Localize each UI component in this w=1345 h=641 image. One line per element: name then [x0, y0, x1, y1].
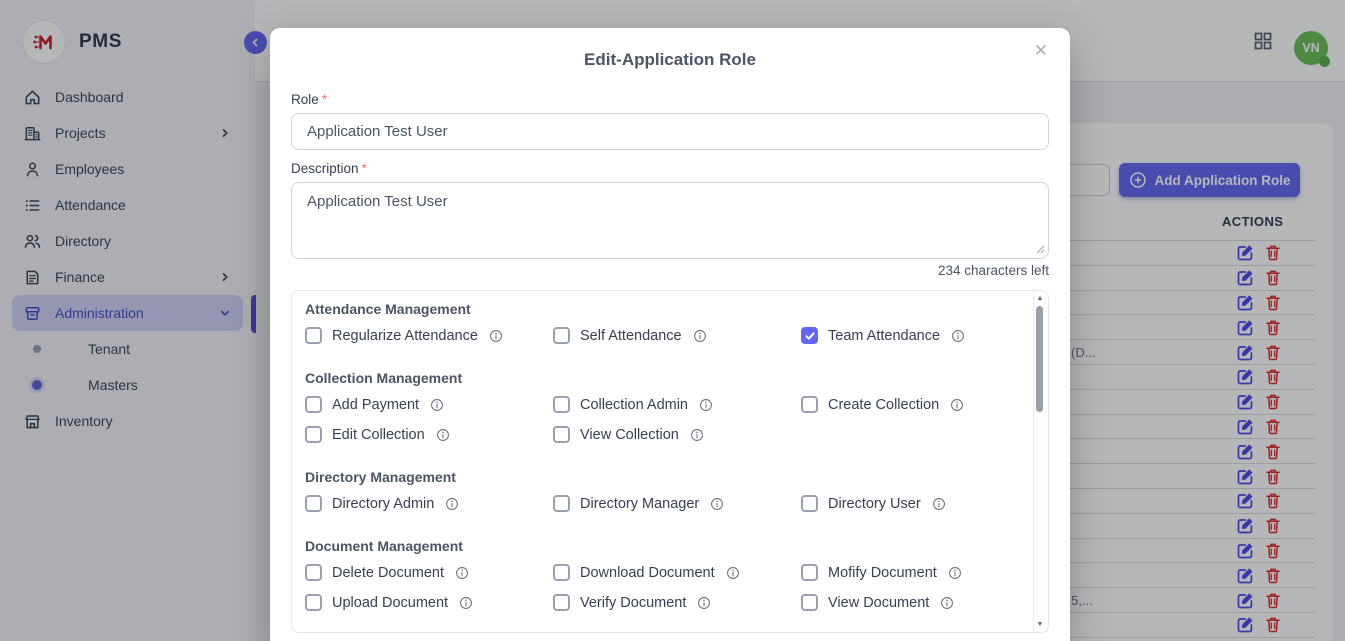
- permission-grid: Directory Admin Directory Manager Director…: [305, 495, 1016, 512]
- checkbox-unchecked[interactable]: [553, 594, 570, 611]
- info-icon[interactable]: [951, 329, 965, 343]
- permission-item-create-collection[interactable]: Create Collection: [801, 396, 1016, 413]
- checkbox-unchecked[interactable]: [553, 564, 570, 581]
- permission-item-upload-document[interactable]: Upload Document: [305, 594, 553, 611]
- checkbox-unchecked[interactable]: [305, 564, 322, 581]
- permission-label: Mofify Document: [828, 565, 937, 581]
- info-icon[interactable]: [710, 497, 724, 511]
- permission-label: Regularize Attendance: [332, 328, 478, 344]
- description-textarea[interactable]: Application Test User: [291, 182, 1049, 259]
- permission-item-team-attendance[interactable]: Team Attendance: [801, 327, 1016, 344]
- permission-section-attendance-management: Attendance Management Regularize Attendan…: [305, 301, 1016, 344]
- info-icon[interactable]: [699, 398, 713, 412]
- characters-left-counter: 234 characters left: [291, 263, 1049, 278]
- info-icon[interactable]: [950, 398, 964, 412]
- role-label: Role*: [291, 92, 1049, 107]
- permission-section-title: Document Management: [305, 538, 1016, 554]
- permission-grid: Regularize Attendance Self Attendance Team…: [305, 327, 1016, 344]
- app-root: PMS DashboardProjectsEmployeesAttendance…: [0, 0, 1345, 641]
- info-icon[interactable]: [726, 566, 740, 580]
- required-marker: *: [362, 161, 367, 176]
- permissions-panel: Attendance Management Regularize Attendan…: [291, 290, 1049, 633]
- info-icon[interactable]: [459, 596, 473, 610]
- info-icon[interactable]: [697, 596, 711, 610]
- permission-label: View Document: [828, 595, 929, 611]
- permission-item-directory-admin[interactable]: Directory Admin: [305, 495, 553, 512]
- permission-section-title: Collection Management: [305, 370, 1016, 386]
- edit-application-role-modal: ✕ Edit-Application Role Role* Descriptio…: [270, 28, 1070, 641]
- permission-item-mofify-document[interactable]: Mofify Document: [801, 564, 1016, 581]
- checkbox-unchecked[interactable]: [305, 396, 322, 413]
- modal-title: Edit-Application Role: [270, 28, 1070, 70]
- scrollbar[interactable]: ▲ ▼: [1033, 292, 1045, 631]
- info-icon[interactable]: [940, 596, 954, 610]
- info-icon[interactable]: [948, 566, 962, 580]
- permission-label: Verify Document: [580, 595, 686, 611]
- info-icon[interactable]: [430, 398, 444, 412]
- checkbox-unchecked[interactable]: [553, 327, 570, 344]
- permission-grid: Delete Document Download Document Mofify D…: [305, 564, 1016, 611]
- permission-label: Add Payment: [332, 397, 419, 413]
- permission-item-collection-admin[interactable]: Collection Admin: [553, 396, 801, 413]
- close-icon[interactable]: ✕: [1030, 38, 1052, 63]
- permission-item-view-collection[interactable]: View Collection: [553, 426, 801, 443]
- info-icon[interactable]: [436, 428, 450, 442]
- info-icon[interactable]: [693, 329, 707, 343]
- permission-item-verify-document[interactable]: Verify Document: [553, 594, 801, 611]
- checkbox-unchecked[interactable]: [553, 495, 570, 512]
- scroll-down-icon[interactable]: ▼: [1034, 621, 1046, 628]
- checkbox-unchecked[interactable]: [553, 396, 570, 413]
- permission-item-edit-collection[interactable]: Edit Collection: [305, 426, 553, 443]
- info-icon[interactable]: [445, 497, 459, 511]
- modal-body: Role* Description* Application Test User…: [270, 92, 1070, 633]
- checkbox-unchecked[interactable]: [801, 495, 818, 512]
- permission-label: Delete Document: [332, 565, 444, 581]
- checkbox-unchecked[interactable]: [305, 495, 322, 512]
- checkbox-checked[interactable]: [801, 327, 818, 344]
- permission-section-collection-management: Collection Management Add Payment Collecti…: [305, 370, 1016, 443]
- permission-section-directory-management: Directory ManagementDirectory AdminDirec…: [305, 469, 1016, 512]
- permission-sections: Attendance Management Regularize Attendan…: [305, 301, 1016, 611]
- permission-label: Directory Manager: [580, 496, 699, 512]
- permission-label: Self Attendance: [580, 328, 682, 344]
- permission-section-title: Attendance Management: [305, 301, 1016, 317]
- info-icon[interactable]: [690, 428, 704, 442]
- permission-item-delete-document[interactable]: Delete Document: [305, 564, 553, 581]
- permission-item-directory-user[interactable]: Directory User: [801, 495, 1016, 512]
- permission-label: Edit Collection: [332, 427, 425, 443]
- permission-label: Team Attendance: [828, 328, 940, 344]
- permission-label: View Collection: [580, 427, 679, 443]
- permission-item-download-document[interactable]: Download Document: [553, 564, 801, 581]
- checkbox-unchecked[interactable]: [305, 327, 322, 344]
- permission-label: Directory User: [828, 496, 921, 512]
- scroll-up-icon[interactable]: ▲: [1034, 295, 1046, 302]
- permission-item-regularize-attendance[interactable]: Regularize Attendance: [305, 327, 553, 344]
- info-icon[interactable]: [489, 329, 503, 343]
- role-input[interactable]: [291, 113, 1049, 150]
- permission-item-directory-manager[interactable]: Directory Manager: [553, 495, 801, 512]
- permission-label: Create Collection: [828, 397, 939, 413]
- permission-label: Download Document: [580, 565, 715, 581]
- required-marker: *: [322, 92, 327, 107]
- checkbox-unchecked[interactable]: [305, 426, 322, 443]
- permission-label: Directory Admin: [332, 496, 434, 512]
- permission-grid: Add Payment Collection Admin Create Collec…: [305, 396, 1016, 443]
- permission-item-self-attendance[interactable]: Self Attendance: [553, 327, 801, 344]
- permission-item-add-payment[interactable]: Add Payment: [305, 396, 553, 413]
- info-icon[interactable]: [932, 497, 946, 511]
- checkbox-unchecked[interactable]: [553, 426, 570, 443]
- checkbox-unchecked[interactable]: [801, 564, 818, 581]
- permission-item-view-document[interactable]: View Document: [801, 594, 1016, 611]
- checkbox-unchecked[interactable]: [305, 594, 322, 611]
- checkbox-unchecked[interactable]: [801, 396, 818, 413]
- permission-label: Collection Admin: [580, 397, 688, 413]
- permission-section-document-management: Document Management Delete Document Downlo…: [305, 538, 1016, 611]
- description-label: Description*: [291, 161, 1049, 176]
- checkbox-unchecked[interactable]: [801, 594, 818, 611]
- scrollbar-thumb[interactable]: [1036, 306, 1043, 412]
- permission-label: Upload Document: [332, 595, 448, 611]
- info-icon[interactable]: [455, 566, 469, 580]
- permission-section-title: Directory Management: [305, 469, 1016, 485]
